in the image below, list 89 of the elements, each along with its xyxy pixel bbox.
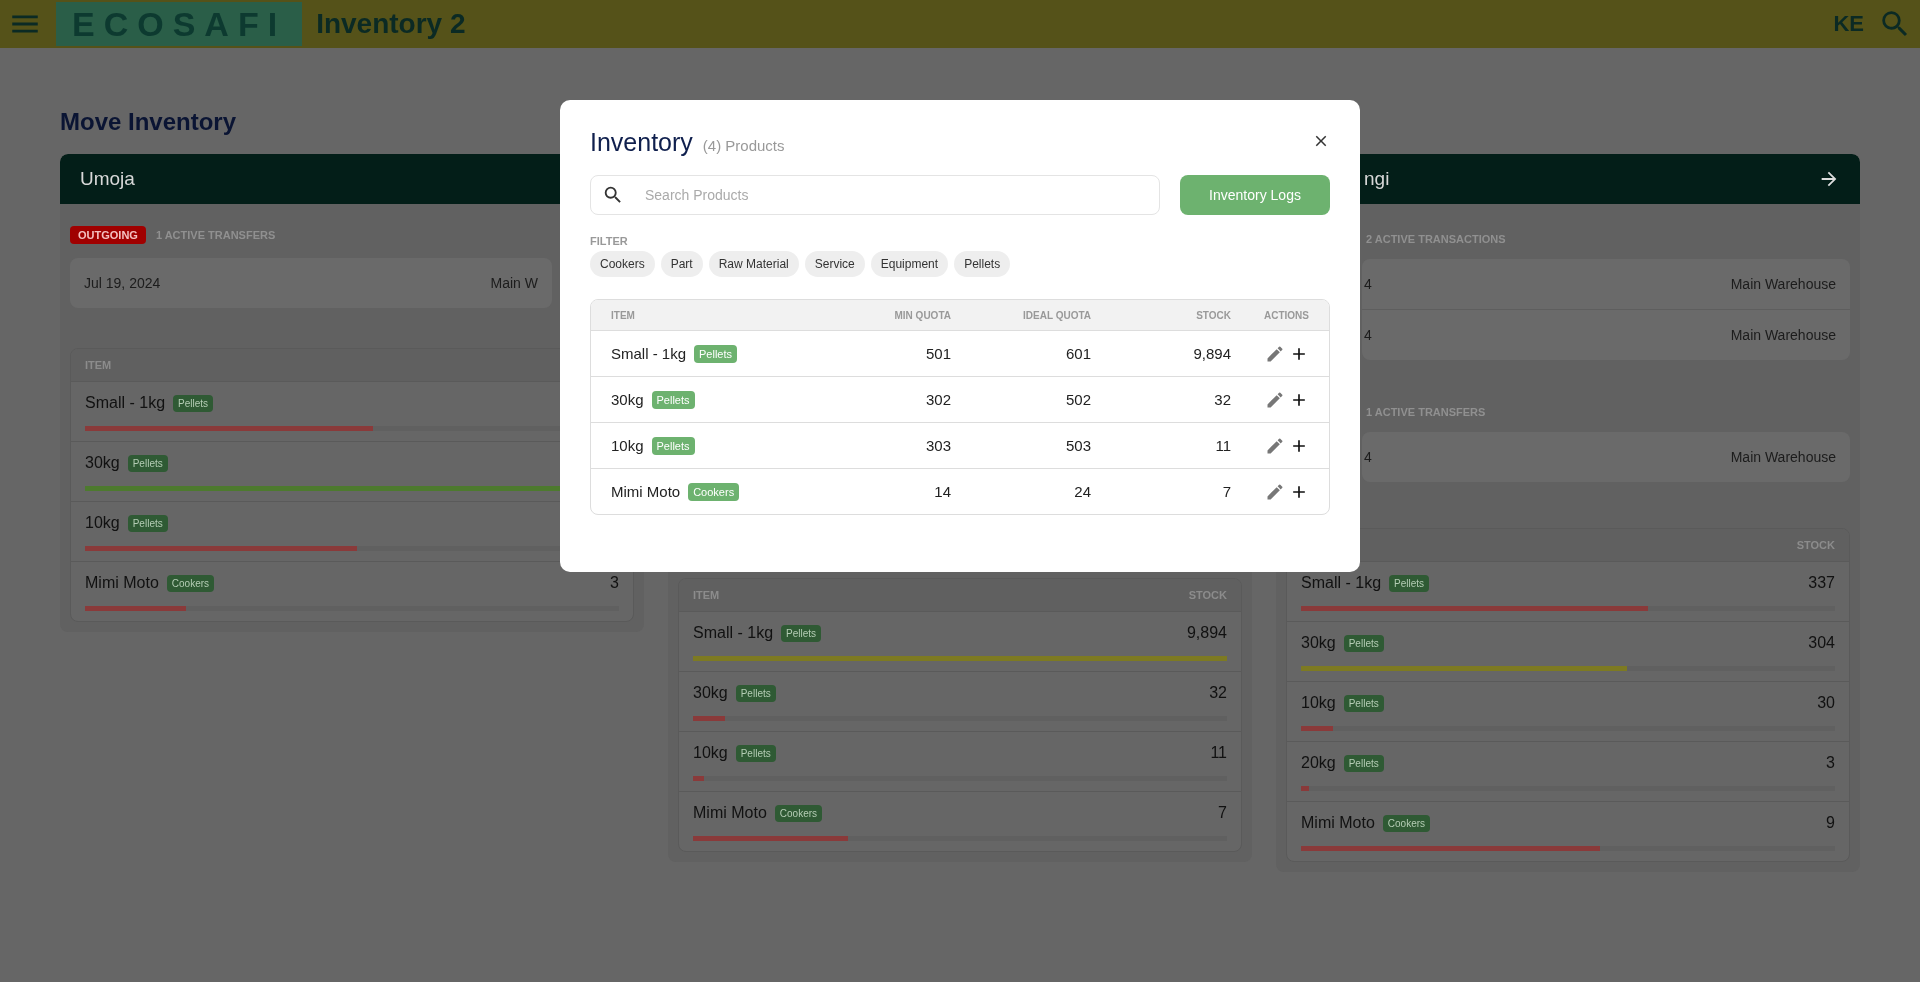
ideal-quota: 601 [1064,345,1091,362]
category-tag: Pellets [735,744,776,762]
item-name: Mimi Moto [1301,814,1375,832]
search-icon[interactable] [602,184,624,206]
transfer-date: 4 [1364,276,1372,292]
transfer-location: Main Warehouse [1730,449,1836,465]
category-tag: Pellets [127,514,168,532]
filter-chip[interactable]: Pellets [954,251,1011,277]
category-tag: Pellets [781,624,822,642]
item-name: 30kg [611,391,644,408]
stock-count: 7 [1221,483,1231,500]
min-quota: 14 [933,483,951,500]
pencil-icon[interactable] [1265,389,1285,410]
item-name: Mimi Moto [693,804,767,822]
item-name: Small - 1kg [693,624,774,642]
ideal-quota: 502 [1064,391,1091,408]
filter-chip[interactable]: Cookers [590,251,655,277]
category-tag: Pellets [735,684,776,702]
category-tag: Cookers [774,804,823,822]
item-name: 30kg [693,684,728,702]
column-header: MIN QUOTA [893,309,951,321]
transfer-location: Main Warehouse [1730,327,1836,343]
stock-count: 3 [610,574,619,592]
stock-count: 9,894 [1186,624,1227,642]
transfer-date: Jul 19, 2024 [84,275,161,291]
filter-label: FILTER [590,235,629,247]
filter-chip[interactable]: Raw Material [708,251,799,277]
dialog-title: Inventory [590,128,693,157]
ideal-quota: 24 [1073,483,1091,500]
stock-count: 7 [1218,804,1227,822]
stock-count: 304 [1808,634,1835,652]
min-quota: 303 [924,437,951,454]
item-name: Mimi Moto [85,574,159,592]
filter-chip[interactable]: Equipment [870,251,949,277]
filter-chip[interactable]: Service [804,251,865,277]
transfer-date: 4 [1364,449,1372,465]
category-tag: Pellets [1343,694,1384,712]
item-name: 30kg [1301,634,1336,652]
min-quota: 501 [924,345,951,362]
stock-count: 32 [1213,391,1231,408]
min-quota: 302 [924,391,951,408]
app-title: Inventory 2 [316,8,467,40]
stock-count: 9,894 [1192,345,1231,362]
category-tag: Cookers [166,574,215,592]
column-header: IDEAL QUOTA [1022,309,1091,321]
category-tag: Pellets [1343,754,1384,772]
item-name: Mimi Moto [611,483,681,500]
pencil-icon[interactable] [1265,343,1285,364]
category-tag: Pellets [1343,634,1384,652]
location-name: ngi [1364,168,1390,190]
transfer-location: Main Warehouse [1730,276,1836,292]
item-name: Small - 1kg [611,345,687,362]
category-tag: Pellets [1389,574,1430,592]
page-title: Move Inventory [60,108,237,136]
category-tag: Pellets [173,394,214,412]
stock-count: 9 [1826,814,1835,832]
transfer-date: 4 [1364,327,1372,343]
location-name: Umoja [80,168,135,190]
stock-count: 3 [1826,754,1835,772]
stock-count: 11 [1210,744,1227,762]
search-field[interactable]: Search Products [590,175,1160,215]
item-name: Small - 1kg [1301,574,1382,592]
item-name: 10kg [611,437,644,454]
column-header: ACTIONS [1263,309,1309,321]
category-tag: Cookers [1382,814,1431,832]
pencil-icon[interactable] [1265,481,1285,502]
item-name: Small - 1kg [85,394,166,412]
item-name: 10kg [693,744,728,762]
ideal-quota: 503 [1064,437,1091,454]
category-tag: Pellets [651,390,695,409]
category-tag: Cookers [688,482,740,501]
stock-count: 337 [1808,574,1835,592]
category-tag: Pellets [651,436,695,455]
transfer-location: Main W [490,275,538,291]
category-tag: Pellets [127,454,168,472]
stock-count: 11 [1214,437,1231,454]
pencil-icon[interactable] [1265,435,1285,456]
stock-count: 30 [1817,694,1835,712]
item-name: 10kg [1301,694,1336,712]
column-header: STOCK [1195,309,1231,321]
item-name: 20kg [1301,754,1336,772]
stock-count: 32 [1209,684,1227,702]
status-badge: OUTGOING [70,226,146,244]
category-tag: Pellets [694,344,738,363]
item-name: 10kg [85,514,120,532]
product-count: (4) Products [702,137,785,154]
item-name: 30kg [85,454,120,472]
column-header: ITEM [611,309,636,321]
filter-chip[interactable]: Part [660,251,703,277]
